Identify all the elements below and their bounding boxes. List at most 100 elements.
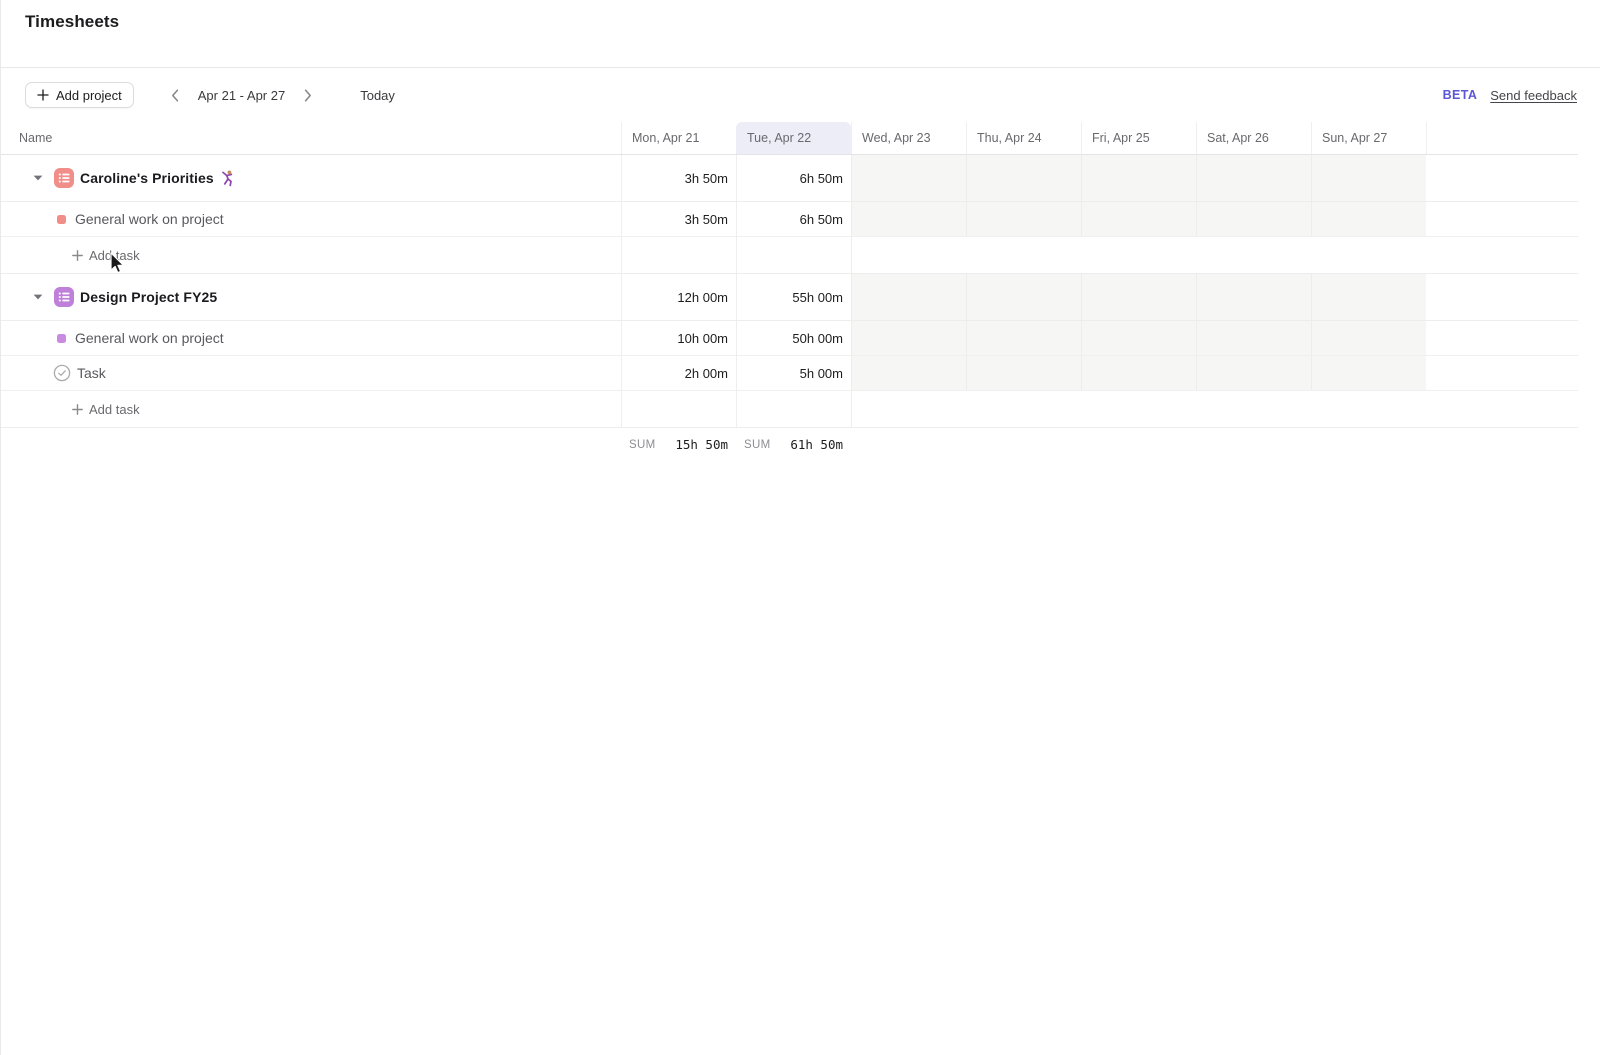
time-cell-day-1[interactable]: 55h 00m <box>736 274 851 320</box>
sum-cell-day-2 <box>851 428 966 461</box>
header-filler <box>1426 122 1578 154</box>
sum-label: SUM <box>629 439 655 451</box>
add-task-day-cell-1 <box>736 237 851 273</box>
next-week-button[interactable] <box>298 83 318 107</box>
time-cell-day-4 <box>1081 202 1196 236</box>
add-project-label: Add project <box>56 88 122 103</box>
grid-body: Caroline's Priorities 3h 50m6h 50m General… <box>1 155 1578 461</box>
task-name-label: General work on project <box>75 211 224 227</box>
task-name-label: General work on project <box>75 330 224 346</box>
task-row: General work on project 10h 00m50h 00m <box>1 321 1578 356</box>
time-cell-day-4 <box>1081 356 1196 390</box>
day-column-header-5[interactable]: Sat, Apr 26 <box>1196 122 1311 154</box>
name-column-header: Name <box>1 122 621 154</box>
row-filler <box>1426 202 1578 236</box>
task-row: Task 2h 00m5h 00m <box>1 356 1578 391</box>
chevron-left-icon <box>171 89 179 102</box>
time-cell-day-6 <box>1311 155 1426 201</box>
row-filler <box>1426 274 1578 320</box>
time-cell-day-0[interactable]: 2h 00m <box>621 356 736 390</box>
sum-value: 15h 50m <box>675 437 728 452</box>
time-cell-day-5 <box>1196 274 1311 320</box>
add-task-day-cell-5 <box>1196 391 1311 427</box>
page-title: Timesheets <box>25 12 1576 32</box>
time-cell-day-3 <box>966 321 1081 355</box>
day-column-header-2[interactable]: Wed, Apr 23 <box>851 122 966 154</box>
time-cell-day-2 <box>851 321 966 355</box>
day-column-header-6[interactable]: Sun, Apr 27 <box>1311 122 1426 154</box>
task-name-cell[interactable]: General work on project <box>1 202 621 236</box>
time-cell-day-1[interactable]: 50h 00m <box>736 321 851 355</box>
time-cell-day-1[interactable]: 5h 00m <box>736 356 851 390</box>
day-column-header-1[interactable]: Tue, Apr 22 <box>736 122 851 154</box>
time-cell-day-0[interactable]: 3h 50m <box>621 155 736 201</box>
row-filler <box>1426 428 1578 461</box>
add-task-row: Add task <box>1 391 1578 428</box>
date-range-label: Apr 21 - Apr 27 <box>198 88 285 103</box>
time-cell-day-4 <box>1081 274 1196 320</box>
time-cell-day-4 <box>1081 155 1196 201</box>
collapse-caret-icon[interactable] <box>33 294 43 300</box>
add-project-button[interactable]: Add project <box>25 82 134 108</box>
row-filler <box>1426 391 1578 427</box>
week-navigation: Apr 21 - Apr 27 <box>165 83 318 107</box>
time-cell-day-0[interactable]: 12h 00m <box>621 274 736 320</box>
plus-icon <box>72 250 83 261</box>
project-name-label: Design Project FY25 <box>80 289 217 305</box>
time-cell-day-6 <box>1311 274 1426 320</box>
add-task-button[interactable]: Add task <box>1 237 621 273</box>
add-task-row: Add task <box>1 237 1578 274</box>
time-cell-day-5 <box>1196 202 1311 236</box>
time-cell-day-1[interactable]: 6h 50m <box>736 155 851 201</box>
add-task-button[interactable]: Add task <box>1 391 621 427</box>
day-column-header-3[interactable]: Thu, Apr 24 <box>966 122 1081 154</box>
add-task-day-cell-0 <box>621 237 736 273</box>
add-task-day-cell-3 <box>966 391 1081 427</box>
project-name-cell[interactable]: Design Project FY25 <box>1 274 621 320</box>
add-task-day-cell-3 <box>966 237 1081 273</box>
toolbar-right: BETA Send feedback <box>1443 88 1577 103</box>
time-cell-day-6 <box>1311 356 1426 390</box>
time-cell-day-3 <box>966 356 1081 390</box>
task-name-label: Task <box>77 365 106 381</box>
time-cell-day-0[interactable]: 10h 00m <box>621 321 736 355</box>
sum-value: 61h 50m <box>790 437 843 452</box>
task-name-cell[interactable]: Task <box>1 356 621 390</box>
day-column-header-0[interactable]: Mon, Apr 21 <box>621 122 736 154</box>
send-feedback-link[interactable]: Send feedback <box>1490 88 1577 103</box>
sum-cell-day-6 <box>1311 428 1426 461</box>
time-cell-day-0[interactable]: 3h 50m <box>621 202 736 236</box>
row-filler <box>1426 321 1578 355</box>
timesheet-grid: Name Mon, Apr 21Tue, Apr 22Wed, Apr 23Th… <box>1 122 1578 461</box>
project-list-icon <box>54 168 74 188</box>
add-task-day-cell-2 <box>851 237 966 273</box>
add-task-day-cell-2 <box>851 391 966 427</box>
time-cell-day-5 <box>1196 155 1311 201</box>
time-cell-day-1[interactable]: 6h 50m <box>736 202 851 236</box>
today-button[interactable]: Today <box>360 88 395 103</box>
beta-badge: BETA <box>1443 88 1478 102</box>
time-cell-day-5 <box>1196 321 1311 355</box>
sum-cell-day-4 <box>1081 428 1196 461</box>
project-name-label: Caroline's Priorities <box>80 170 214 186</box>
task-bullet-icon <box>57 334 66 343</box>
add-task-label: Add task <box>89 402 140 417</box>
check-circle-icon <box>53 364 71 382</box>
project-list-icon <box>54 287 74 307</box>
previous-week-button[interactable] <box>165 83 185 107</box>
add-task-day-cell-0 <box>621 391 736 427</box>
time-cell-day-2 <box>851 356 966 390</box>
task-name-cell[interactable]: General work on project <box>1 321 621 355</box>
day-column-header-4[interactable]: Fri, Apr 25 <box>1081 122 1196 154</box>
time-cell-day-6 <box>1311 321 1426 355</box>
time-cell-day-2 <box>851 202 966 236</box>
time-cell-day-3 <box>966 274 1081 320</box>
project-name-cell[interactable]: Caroline's Priorities <box>1 155 621 201</box>
sum-cell-day-3 <box>966 428 1081 461</box>
timesheets-page: Timesheets Add project Apr 21 - Apr 27 T… <box>0 0 1600 1055</box>
collapse-caret-icon[interactable] <box>33 175 43 181</box>
add-task-day-cell-1 <box>736 391 851 427</box>
project-row: Design Project FY25 12h 00m55h 00m <box>1 274 1578 321</box>
time-cell-day-6 <box>1311 202 1426 236</box>
add-task-day-cell-4 <box>1081 237 1196 273</box>
